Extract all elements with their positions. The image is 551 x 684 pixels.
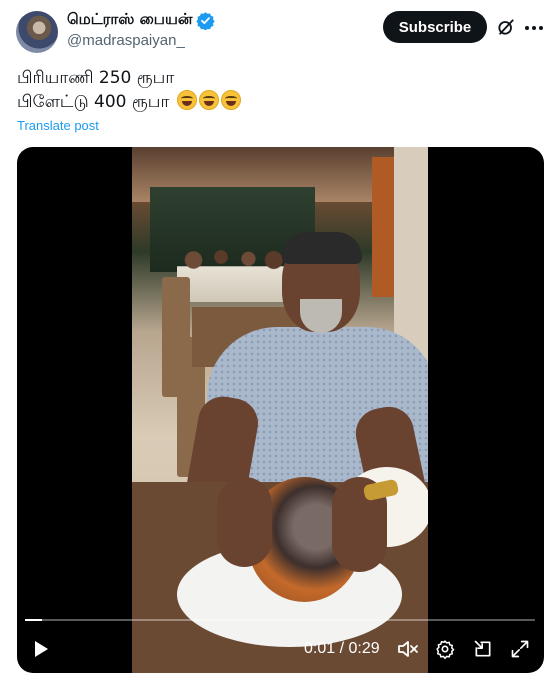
mute-icon xyxy=(398,641,418,657)
display-name[interactable]: மெட்ராஸ் பையன் xyxy=(67,10,192,30)
play-button[interactable] xyxy=(29,637,53,661)
duration: 0:29 xyxy=(348,640,380,657)
picture-in-picture-button[interactable] xyxy=(471,637,495,661)
hand xyxy=(217,477,272,567)
video-progress-bar[interactable] xyxy=(25,619,535,621)
current-time: 0:01 xyxy=(304,640,336,657)
grok-icon[interactable] xyxy=(496,17,516,37)
verified-badge-icon xyxy=(196,11,216,30)
mute-button[interactable] xyxy=(396,637,420,661)
video-player[interactable]: 0:01 / 0:29 xyxy=(17,147,544,673)
translate-post-link[interactable]: Translate post xyxy=(17,118,99,133)
post-line-2-row: பிளேட்டு 400 ரூபா xyxy=(17,90,241,114)
settings-button[interactable] xyxy=(433,637,457,661)
subscribe-button[interactable]: Subscribe xyxy=(383,11,487,43)
pip-icon xyxy=(474,640,491,657)
tears-of-joy-emoji-icon xyxy=(220,90,241,110)
play-icon xyxy=(35,641,48,657)
video-time: 0:01 / 0:29 xyxy=(304,640,380,657)
tears-of-joy-emoji-icon xyxy=(176,90,197,110)
fullscreen-button[interactable] xyxy=(508,637,532,661)
post-text: பிரியாணி 250 ரூபா பிளேட்டு 400 ரூபா xyxy=(17,66,241,114)
tears-of-joy-emoji-icon xyxy=(198,90,219,110)
fullscreen-icon xyxy=(511,640,529,658)
man-hair xyxy=(282,232,362,264)
post-line-2: பிளேட்டு 400 ரூபா xyxy=(17,92,170,112)
video-progress-fill xyxy=(25,619,43,621)
background-diners xyxy=(177,242,287,302)
more-horizontal-icon[interactable] xyxy=(523,17,545,39)
author-name-row[interactable]: மெட்ராஸ் பையன் xyxy=(67,10,216,30)
post-line-1: பிரியாணி 250 ரூபா xyxy=(17,68,175,88)
video-frame[interactable] xyxy=(132,147,428,673)
author-handle[interactable]: @madraspaiyan_ xyxy=(67,32,185,49)
pillar xyxy=(372,157,394,297)
avatar[interactable] xyxy=(16,11,58,53)
settings-icon xyxy=(436,640,455,659)
